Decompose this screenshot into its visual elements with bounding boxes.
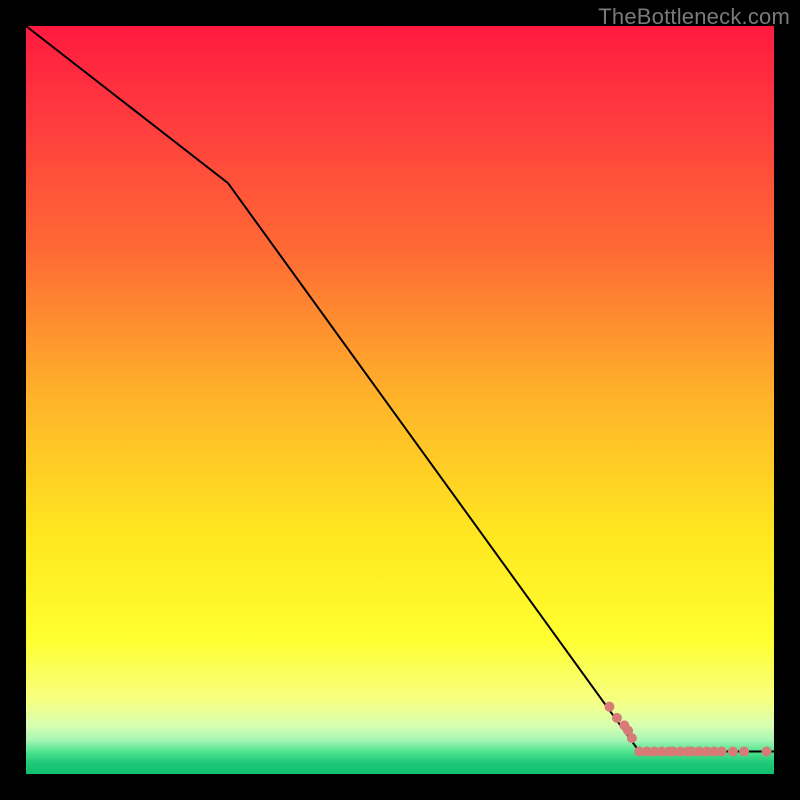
data-point [604,702,614,712]
data-point [739,747,749,757]
data-point [612,713,622,723]
data-point [728,747,738,757]
chart-background [26,26,774,774]
data-point [762,747,772,757]
data-point [717,747,727,757]
data-point [627,733,637,743]
attribution-label: TheBottleneck.com [598,4,790,30]
figure-container: TheBottleneck.com [0,0,800,800]
chart-canvas [26,26,774,774]
